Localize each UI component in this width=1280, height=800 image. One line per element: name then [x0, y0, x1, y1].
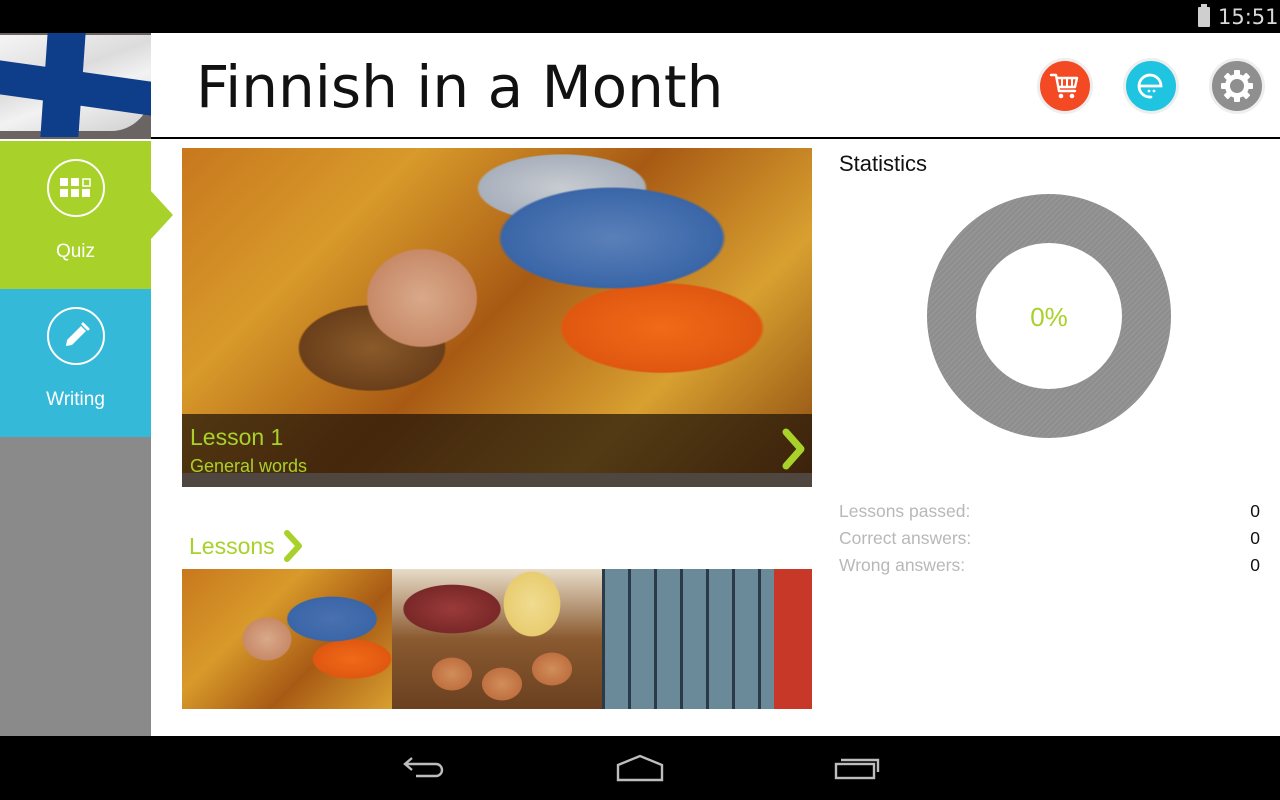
- sidebar-item-writing[interactable]: Writing: [0, 289, 151, 437]
- lesson-thumbnail[interactable]: [392, 569, 602, 709]
- progress-percent-label: 0%: [1030, 302, 1068, 332]
- statistics-heading: Statistics: [839, 151, 928, 176]
- app-window: Finnish in a Month Quiz Writing Lesson 1…: [0, 33, 1280, 736]
- chevron-right-icon: [283, 530, 302, 562]
- settings-button[interactable]: [1209, 58, 1265, 114]
- chevron-right-icon[interactable]: [782, 428, 806, 470]
- stat-label: Lessons passed:: [839, 501, 971, 521]
- recent-apps-icon: [834, 758, 880, 780]
- grid-icon: [59, 178, 91, 197]
- stat-label: Wrong answers:: [839, 555, 966, 575]
- shopping-cart-icon: [1049, 73, 1079, 99]
- header: Finnish in a Month: [0, 33, 1280, 139]
- lessons-link[interactable]: Lessons: [189, 529, 305, 563]
- stat-row-wrong-answers: Wrong answers: 0: [839, 555, 1260, 576]
- recent-apps-button[interactable]: [830, 750, 884, 786]
- lesson-thumbnail[interactable]: [602, 569, 812, 709]
- stat-value: 0: [1250, 501, 1260, 521]
- finnish-flag-logo: [0, 33, 151, 139]
- featured-lesson-subtitle: General words: [190, 456, 308, 476]
- lesson-thumbnail[interactable]: [182, 569, 392, 709]
- sidebar-item-label: Quiz: [55, 241, 96, 262]
- stat-row-correct-answers: Correct answers: 0: [839, 528, 1260, 549]
- home-button[interactable]: [612, 750, 668, 786]
- battery-icon: [1198, 4, 1210, 27]
- edu-button[interactable]: [1123, 58, 1179, 114]
- status-bar: 15:51: [0, 0, 1280, 33]
- lessons-heading: Lessons: [189, 532, 275, 559]
- home-icon: [616, 754, 664, 782]
- shop-button[interactable]: [1037, 58, 1093, 114]
- stat-label: Correct answers:: [839, 528, 972, 548]
- featured-lesson-title: Lesson 1: [190, 424, 284, 450]
- writing-icon-circle: [46, 307, 105, 365]
- clock: 15:51: [1218, 5, 1279, 29]
- back-icon: [403, 757, 444, 778]
- app-title: Finnish in a Month: [196, 53, 724, 121]
- sidebar: Quiz Writing: [0, 141, 173, 736]
- progress-donut: 0%: [927, 194, 1171, 438]
- stat-row-lessons-passed: Lessons passed: 0: [839, 501, 1260, 522]
- back-button[interactable]: [398, 750, 450, 786]
- statistics-panel: Statistics 0% Lessons passed: 0 Correct …: [839, 151, 1261, 575]
- gear-icon: [1221, 70, 1253, 102]
- system-nav-bar: [0, 736, 1280, 800]
- quiz-icon-circle: [46, 159, 105, 217]
- stat-value: 0: [1250, 555, 1260, 575]
- e-smiley-icon: [1137, 73, 1163, 99]
- selected-pointer: [151, 191, 173, 239]
- lesson-thumbnails: [182, 569, 812, 709]
- stat-value: 0: [1250, 528, 1260, 548]
- featured-lesson-card[interactable]: Lesson 1 General words: [182, 148, 812, 487]
- featured-lesson-caption: Lesson 1 General words: [182, 414, 812, 487]
- sidebar-item-label: Writing: [46, 389, 105, 410]
- pencil-icon: [65, 322, 89, 346]
- sidebar-item-quiz[interactable]: Quiz: [0, 141, 151, 289]
